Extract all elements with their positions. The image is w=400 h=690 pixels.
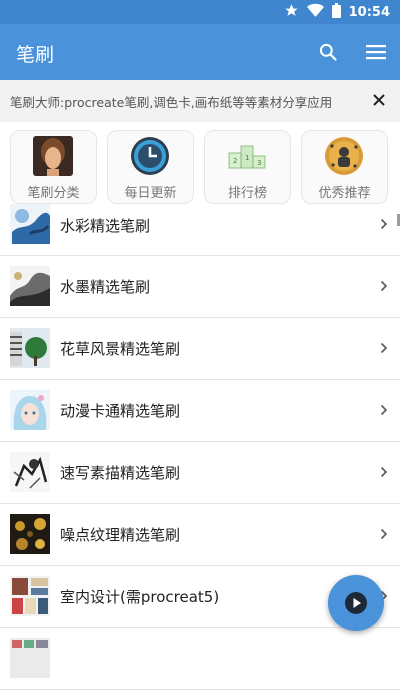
chevron-right-icon bbox=[380, 280, 388, 292]
chevron-right-icon bbox=[380, 342, 388, 354]
category-daily-update[interactable]: 每日更新 bbox=[107, 130, 194, 204]
play-fab-button[interactable] bbox=[328, 575, 384, 631]
category-ranking[interactable]: 1 2 3 排行榜 bbox=[204, 130, 291, 204]
chevron-right-icon bbox=[380, 404, 388, 416]
list-item-label: 速写素描精选笔刷 bbox=[60, 464, 181, 482]
close-icon bbox=[373, 94, 385, 106]
search-button[interactable] bbox=[314, 38, 342, 66]
category-shortcuts: 笔刷分类 每日更新 1 2 3 排行榜 优秀推荐 bbox=[0, 122, 400, 212]
page-title: 笔刷 bbox=[16, 44, 55, 66]
noise-texture-thumbnail bbox=[10, 514, 50, 554]
wifi-icon bbox=[306, 3, 324, 22]
notice-banner: 笔刷大师:procreate笔刷,调色卡,画布纸等等素材分享应用 bbox=[0, 80, 400, 123]
category-label: 每日更新 bbox=[124, 186, 177, 201]
list-item[interactable]: 噪点纹理精选笔刷 bbox=[0, 504, 400, 566]
list-item-label: 动漫卡通精选笔刷 bbox=[60, 402, 181, 420]
list-item[interactable]: 花草风景精选笔刷 bbox=[0, 318, 400, 380]
chevron-right-icon bbox=[380, 528, 388, 540]
clock-icon bbox=[131, 137, 169, 175]
category-recommended[interactable]: 优秀推荐 bbox=[301, 130, 388, 204]
list-item[interactable]: 速写素描精选笔刷 bbox=[0, 442, 400, 504]
landscape-thumbnail bbox=[10, 328, 50, 368]
notice-close-button[interactable] bbox=[368, 89, 390, 111]
category-label: 排行榜 bbox=[227, 186, 267, 201]
list-item-label: 室内设计(需procreat5) bbox=[60, 588, 220, 606]
list-item-label: 花草风景精选笔刷 bbox=[60, 340, 181, 358]
list-item[interactable] bbox=[0, 628, 400, 690]
status-icons: 10:54 bbox=[284, 3, 390, 22]
chevron-right-icon bbox=[380, 466, 388, 478]
play-icon bbox=[345, 592, 367, 614]
podium-icon: 1 2 3 bbox=[228, 145, 266, 169]
category-label: 优秀推荐 bbox=[318, 186, 371, 201]
list-item[interactable]: 水墨精选笔刷 bbox=[0, 256, 400, 318]
svg-text:2: 2 bbox=[233, 157, 237, 165]
list-item-label: 水墨精选笔刷 bbox=[60, 278, 151, 296]
portrait-icon bbox=[33, 136, 73, 176]
ink-thumbnail bbox=[10, 266, 50, 306]
menu-icon bbox=[366, 45, 386, 60]
app-bar: 笔刷 bbox=[0, 24, 400, 80]
list-item[interactable]: 动漫卡通精选笔刷 bbox=[0, 380, 400, 442]
anime-thumbnail bbox=[10, 390, 50, 430]
category-label: 笔刷分类 bbox=[27, 186, 80, 201]
interior-thumbnail bbox=[10, 576, 50, 616]
menu-button[interactable] bbox=[362, 38, 390, 66]
chevron-right-icon bbox=[380, 218, 388, 230]
partial-thumbnail bbox=[10, 638, 50, 678]
list-item[interactable]: 水彩精选笔刷 bbox=[0, 204, 400, 256]
medal-icon bbox=[325, 137, 363, 175]
svg-text:3: 3 bbox=[257, 159, 261, 167]
clock-time: 10:54 bbox=[348, 5, 390, 20]
list-item-label: 水彩精选笔刷 bbox=[60, 217, 151, 235]
list-item-label: 噪点纹理精选笔刷 bbox=[60, 526, 181, 544]
search-icon bbox=[319, 43, 337, 61]
watercolor-thumbnail bbox=[10, 204, 50, 244]
notice-text: 笔刷大师:procreate笔刷,调色卡,画布纸等等素材分享应用 bbox=[10, 95, 333, 110]
sketch-thumbnail bbox=[10, 452, 50, 492]
svg-text:1: 1 bbox=[245, 154, 249, 162]
status-bar: 10:54 bbox=[0, 0, 400, 24]
category-brush-classify[interactable]: 笔刷分类 bbox=[10, 130, 97, 204]
star-icon bbox=[284, 3, 299, 22]
battery-icon bbox=[331, 3, 341, 22]
